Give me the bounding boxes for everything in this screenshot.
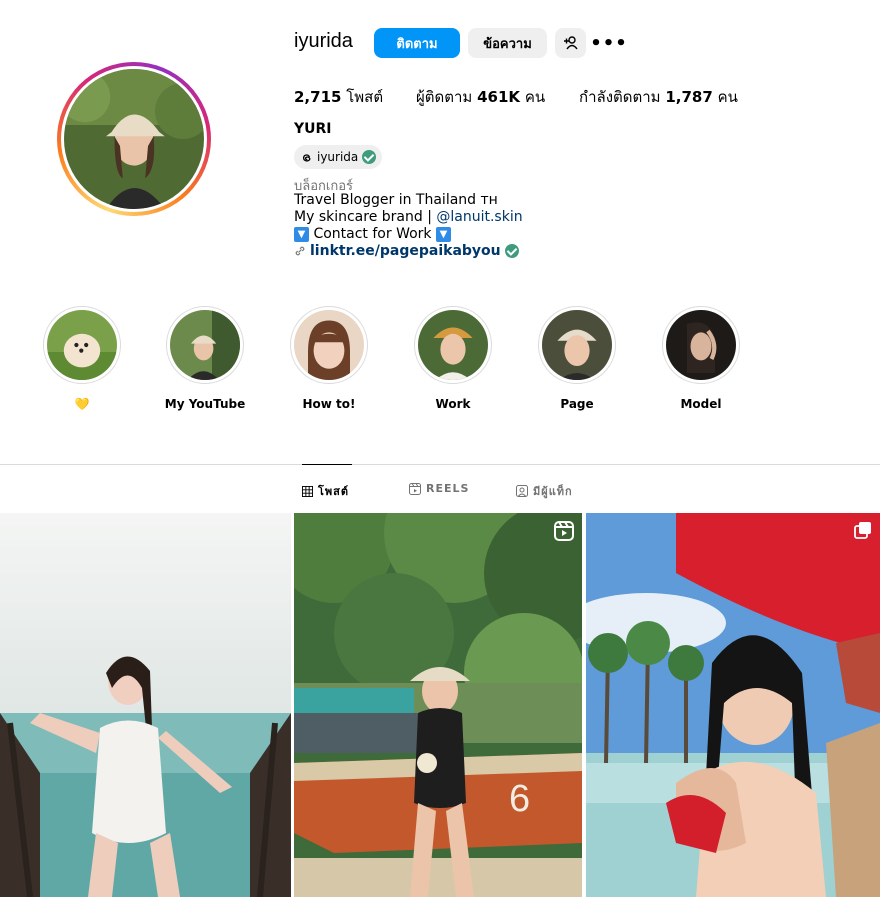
bio-line-2: My skincare brand | @lanuit.skin (294, 209, 523, 225)
follow-button[interactable]: ติดตาม (374, 28, 460, 58)
suggest-users-button[interactable] (555, 28, 586, 58)
following-stat[interactable]: กำลังติดตาม 1,787 คน (579, 85, 738, 109)
threads-handle: iyurida (317, 150, 359, 164)
highlight-label: Model (680, 397, 722, 411)
tagged-icon (516, 485, 528, 497)
profile-username: iyurida (294, 30, 353, 52)
highlight-label: How to! (302, 397, 356, 411)
bio-line-3: ▼ Contact for Work ▼ (294, 226, 451, 242)
bio-line-3-text: Contact for Work (313, 226, 432, 242)
followers-count: 461K (477, 88, 521, 106)
verified-icon (362, 150, 377, 164)
external-link[interactable]: linktr.ee/pagepaikabyou (294, 243, 519, 259)
post-thumbnail[interactable]: 6 (294, 513, 582, 897)
tab-posts[interactable]: โพสต์ (302, 482, 349, 500)
highlight-item[interactable]: My YouTube (160, 306, 250, 411)
down-arrow-icon: ▼ (294, 226, 309, 242)
mention-link[interactable]: @lanuit.skin (436, 209, 522, 225)
posts-count-stat: 2,715 โพสต์ (294, 85, 383, 109)
threads-icon (303, 153, 311, 162)
tab-reels[interactable]: REELS (409, 482, 469, 495)
highlight-item[interactable]: Work (408, 306, 498, 411)
tabs-divider (0, 464, 880, 465)
tab-tagged[interactable]: มีผู้แท็ก (516, 482, 573, 500)
verified-icon (504, 244, 519, 258)
external-link-text[interactable]: linktr.ee/pagepaikabyou (310, 243, 501, 259)
post-image: 6 (294, 513, 582, 897)
post-image (586, 513, 880, 897)
reels-icon (409, 482, 421, 495)
highlight-item[interactable]: Page (532, 306, 622, 411)
following-count: 1,787 (665, 88, 713, 106)
bio-line-2-text: My skincare brand | (294, 209, 437, 225)
more-options-button[interactable]: ••• (590, 28, 627, 58)
following-unit: คน (717, 88, 738, 106)
active-tab-indicator (302, 464, 352, 465)
followers-label: ผู้ติดตาม (416, 88, 473, 106)
down-arrow-icon: ▼ (435, 226, 451, 242)
carousel-icon (854, 521, 872, 539)
tab-reels-label: REELS (426, 482, 470, 495)
highlight-item[interactable]: Model (656, 306, 746, 411)
highlight-item[interactable]: 💛 (37, 306, 127, 411)
post-thumbnail[interactable] (586, 513, 880, 897)
message-button[interactable]: ข้อความ (468, 28, 547, 58)
highlight-label: Page (560, 397, 594, 411)
grid-icon (302, 485, 313, 497)
following-label: กำลังติดตาม (579, 88, 661, 106)
tab-posts-label: โพสต์ (318, 485, 350, 498)
threads-badge[interactable]: iyurida (294, 145, 383, 169)
profile-avatar[interactable] (57, 62, 211, 216)
boat-number: 6 (509, 778, 530, 820)
profile-full-name: YURI (294, 121, 332, 137)
followers-unit: คน (524, 88, 546, 106)
followers-stat[interactable]: ผู้ติดตาม 461K คน (416, 85, 545, 109)
highlight-label: Work (435, 397, 471, 411)
reels-icon (554, 521, 574, 541)
highlight-item[interactable]: How to! (284, 306, 374, 411)
highlight-label: 💛 (74, 397, 90, 411)
add-user-icon (563, 36, 578, 50)
posts-label: โพสต์ (346, 88, 384, 106)
bio-line-1: Travel Blogger in Thailand ᴛʜ (294, 192, 498, 208)
post-image (0, 513, 291, 897)
link-icon (295, 246, 305, 256)
posts-count: 2,715 (294, 88, 342, 106)
highlight-label: My YouTube (164, 397, 246, 411)
tab-tagged-label: มีผู้แท็ก (533, 485, 573, 498)
post-thumbnail[interactable] (0, 513, 291, 897)
